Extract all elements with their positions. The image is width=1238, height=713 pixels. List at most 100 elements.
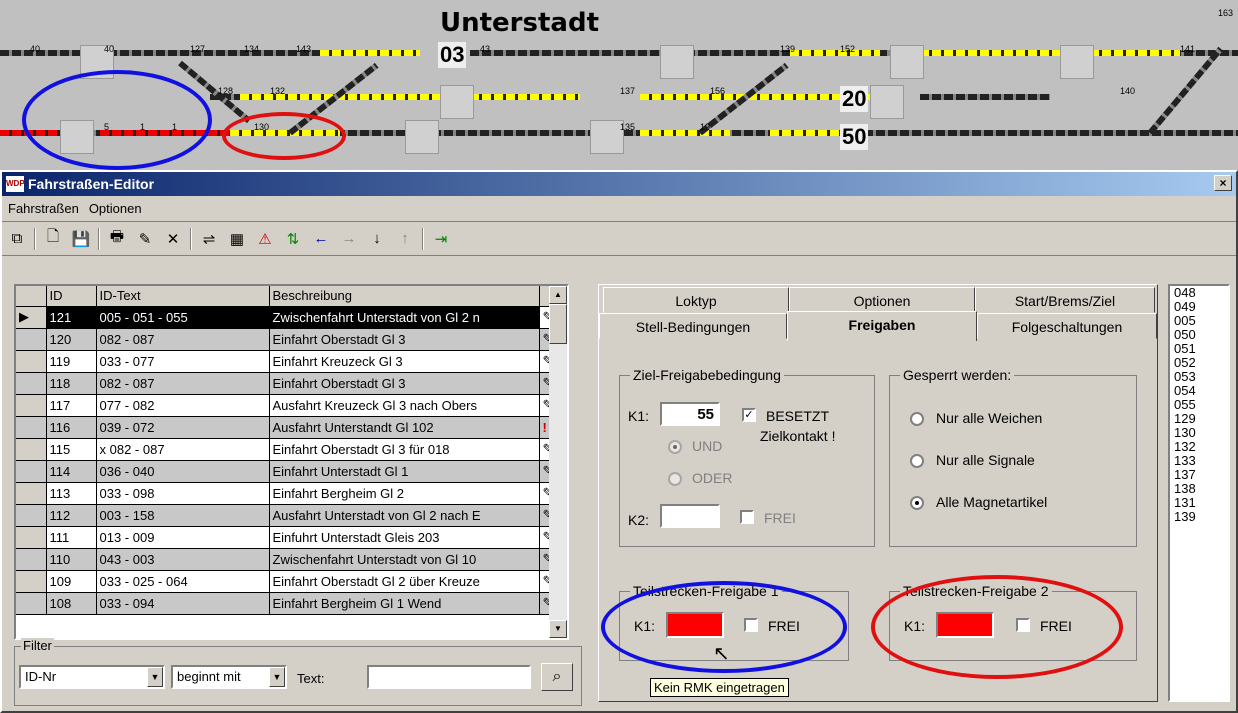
list-item[interactable]: 055 bbox=[1174, 398, 1228, 412]
k2-input[interactable] bbox=[660, 504, 720, 528]
nur-signale-radio[interactable] bbox=[910, 454, 924, 468]
cell-id-text[interactable]: 033 - 025 - 064 bbox=[96, 570, 270, 593]
warning-icon[interactable]: ⚠ bbox=[254, 228, 276, 250]
cell-beschreibung[interactable]: Einfahrt Unterstadt Gl 1 bbox=[269, 460, 540, 483]
switch-icon[interactable]: ⇌ bbox=[198, 228, 220, 250]
cell-beschreibung[interactable]: Einfahrt Oberstadt Gl 3 bbox=[269, 372, 540, 395]
tab-freigaben[interactable]: Freigaben bbox=[787, 311, 977, 341]
block-icon[interactable]: ▦ bbox=[226, 228, 248, 250]
cell-id[interactable]: 119 bbox=[46, 350, 97, 373]
tab-optionen[interactable]: Optionen bbox=[789, 287, 975, 313]
arrow-left-icon[interactable]: ← bbox=[310, 228, 332, 250]
table-row[interactable]: 117 077 - 082 Ausfahrt Kreuzeck Gl 3 nach … bbox=[16, 394, 564, 417]
cell-id[interactable]: 116 bbox=[46, 416, 97, 439]
tab-folgeschaltungen[interactable]: Folgeschaltungen bbox=[977, 313, 1157, 339]
arrow-up-icon[interactable]: ↑ bbox=[394, 228, 416, 250]
cell-id-text[interactable]: 003 - 158 bbox=[96, 504, 270, 527]
oder-radio[interactable] bbox=[668, 472, 682, 486]
print-icon[interactable]: 🖶 bbox=[106, 228, 128, 250]
table-row[interactable]: 118 082 - 087 Einfahrt Oberstadt Gl 3 ✎ bbox=[16, 372, 564, 395]
list-item[interactable]: 133 bbox=[1174, 454, 1228, 468]
cell-id[interactable]: 117 bbox=[46, 394, 97, 417]
k2-frei-checkbox[interactable] bbox=[740, 510, 754, 524]
scroll-down-icon[interactable]: ▼ bbox=[549, 620, 567, 638]
cell-id[interactable]: 118 bbox=[46, 372, 97, 395]
arrow-down-icon[interactable]: ↓ bbox=[366, 228, 388, 250]
cell-id-text[interactable]: 013 - 009 bbox=[96, 526, 270, 549]
list-item[interactable]: 129 bbox=[1174, 412, 1228, 426]
cell-id[interactable]: 112 bbox=[46, 504, 97, 527]
copy-icon[interactable]: ⧉ bbox=[6, 228, 28, 250]
table-row[interactable]: 113 033 - 098 Einfahrt Bergheim Gl 2 ✎ bbox=[16, 482, 564, 505]
cell-beschreibung[interactable]: Einfuhrt Unterstadt Gleis 203 bbox=[269, 526, 540, 549]
cell-id-text[interactable]: 082 - 087 bbox=[96, 328, 270, 351]
table-row[interactable]: 120 082 - 087 Einfahrt Oberstadt Gl 3 ✎ bbox=[16, 328, 564, 351]
list-item[interactable]: 139 bbox=[1174, 510, 1228, 524]
list-item[interactable]: 050 bbox=[1174, 328, 1228, 342]
chevron-down-icon[interactable]: ▼ bbox=[147, 667, 163, 687]
cell-id-text[interactable]: 005 - 051 - 055 bbox=[96, 306, 270, 329]
column-header-id[interactable]: ID bbox=[46, 286, 97, 307]
binoculars-search-icon[interactable]: ⌕ bbox=[541, 663, 573, 691]
list-item[interactable]: 054 bbox=[1174, 384, 1228, 398]
save-icon[interactable]: 💾 bbox=[70, 228, 92, 250]
cell-id[interactable]: 113 bbox=[46, 482, 97, 505]
window-titlebar[interactable]: WDP Fahrstraßen-Editor × bbox=[2, 172, 1236, 196]
cell-id-text[interactable]: 033 - 077 bbox=[96, 350, 270, 373]
table-row[interactable]: 109 033 - 025 - 064 Einfahrt Oberstadt Gl … bbox=[16, 570, 564, 593]
table-row[interactable]: 116 039 - 072 Ausfahrt Unterstandt Gl 102! bbox=[16, 416, 564, 439]
list-item[interactable]: 131 bbox=[1174, 496, 1228, 510]
contact-list[interactable]: 048 049 005 050 051 052 053 054 055 129 … bbox=[1168, 284, 1230, 702]
besetzt-checkbox[interactable]: ✓ bbox=[742, 408, 756, 422]
cell-beschreibung[interactable]: Einfahrt Oberstadt Gl 2 über Kreuze bbox=[269, 570, 540, 593]
cell-beschreibung[interactable]: Ausfahrt Kreuzeck Gl 3 nach Obers bbox=[269, 394, 540, 417]
delete-icon[interactable]: ✕ bbox=[162, 228, 184, 250]
cell-id-text[interactable]: 036 - 040 bbox=[96, 460, 270, 483]
filter-text-input[interactable] bbox=[367, 665, 531, 689]
scroll-up-icon[interactable]: ▲ bbox=[549, 286, 567, 304]
chevron-down-icon[interactable]: ▼ bbox=[269, 667, 285, 687]
cell-beschreibung[interactable]: Einfahrt Oberstadt Gl 3 bbox=[269, 328, 540, 351]
cell-id-text[interactable]: 033 - 094 bbox=[96, 592, 270, 615]
cell-beschreibung[interactable]: Ausfahrt Unterstandt Gl 102 bbox=[269, 416, 540, 439]
table-row[interactable]: 110 043 - 003 Zwischenfahrt Unterstadt von… bbox=[16, 548, 564, 571]
cell-id[interactable]: 115 bbox=[46, 438, 97, 461]
cell-beschreibung[interactable]: Einfahrt Bergheim Gl 1 Wend bbox=[269, 592, 540, 615]
cell-id[interactable]: 121 bbox=[46, 306, 97, 329]
cell-id[interactable]: 120 bbox=[46, 328, 97, 351]
tab-stell-bedingungen[interactable]: Stell-Bedingungen bbox=[599, 313, 787, 339]
cell-id-text[interactable]: 033 - 098 bbox=[96, 482, 270, 505]
cell-beschreibung[interactable]: Ausfahrt Unterstadt von Gl 2 nach E bbox=[269, 504, 540, 527]
arrow-right-icon[interactable]: → bbox=[338, 228, 360, 250]
cell-id-text[interactable]: 039 - 072 bbox=[96, 416, 270, 439]
edit-icon[interactable]: ✎ bbox=[134, 228, 156, 250]
list-item[interactable]: 005 bbox=[1174, 314, 1228, 328]
alle-magnetartikel-radio[interactable] bbox=[910, 496, 924, 510]
list-item[interactable]: 051 bbox=[1174, 342, 1228, 356]
cell-id[interactable]: 114 bbox=[46, 460, 97, 483]
scroll-thumb[interactable] bbox=[549, 304, 567, 344]
table-row[interactable]: ▶ 121 005 - 051 - 055 Zwischenfahrt Unterst… bbox=[16, 306, 564, 329]
menu-optionen[interactable]: Optionen bbox=[89, 201, 142, 216]
cell-id[interactable]: 108 bbox=[46, 592, 97, 615]
list-item[interactable]: 137 bbox=[1174, 468, 1228, 482]
cell-id-text[interactable]: 043 - 003 bbox=[96, 548, 270, 571]
list-item[interactable]: 049 bbox=[1174, 300, 1228, 314]
column-header-beschreibung[interactable]: Beschreibung bbox=[269, 286, 540, 307]
filter-field-select[interactable]: ID-Nr bbox=[19, 665, 165, 689]
table-row[interactable]: 108 033 - 094 Einfahrt Bergheim Gl 1 Wend ✎ bbox=[16, 592, 564, 615]
cell-id[interactable]: 110 bbox=[46, 548, 97, 571]
list-item[interactable]: 132 bbox=[1174, 440, 1228, 454]
k1-input[interactable]: 55 bbox=[660, 402, 720, 426]
table-row[interactable]: 115 x 082 - 087 Einfahrt Oberstadt Gl 3 fü… bbox=[16, 438, 564, 461]
list-item[interactable]: 048 bbox=[1174, 286, 1228, 300]
cell-beschreibung[interactable]: Einfahrt Oberstadt Gl 3 für 018 bbox=[269, 438, 540, 461]
tab-start-brems-ziel[interactable]: Start/Brems/Ziel bbox=[975, 287, 1155, 313]
cell-id-text[interactable]: 082 - 087 bbox=[96, 372, 270, 395]
table-row[interactable]: 111 013 - 009 Einfuhrt Unterstadt Gleis 20… bbox=[16, 526, 564, 549]
cell-id[interactable]: 109 bbox=[46, 570, 97, 593]
column-header-id-text[interactable]: ID-Text bbox=[96, 286, 270, 307]
close-button[interactable]: × bbox=[1214, 175, 1232, 191]
swap-icon[interactable]: ⇅ bbox=[282, 228, 304, 250]
cell-id[interactable]: 111 bbox=[46, 526, 97, 549]
